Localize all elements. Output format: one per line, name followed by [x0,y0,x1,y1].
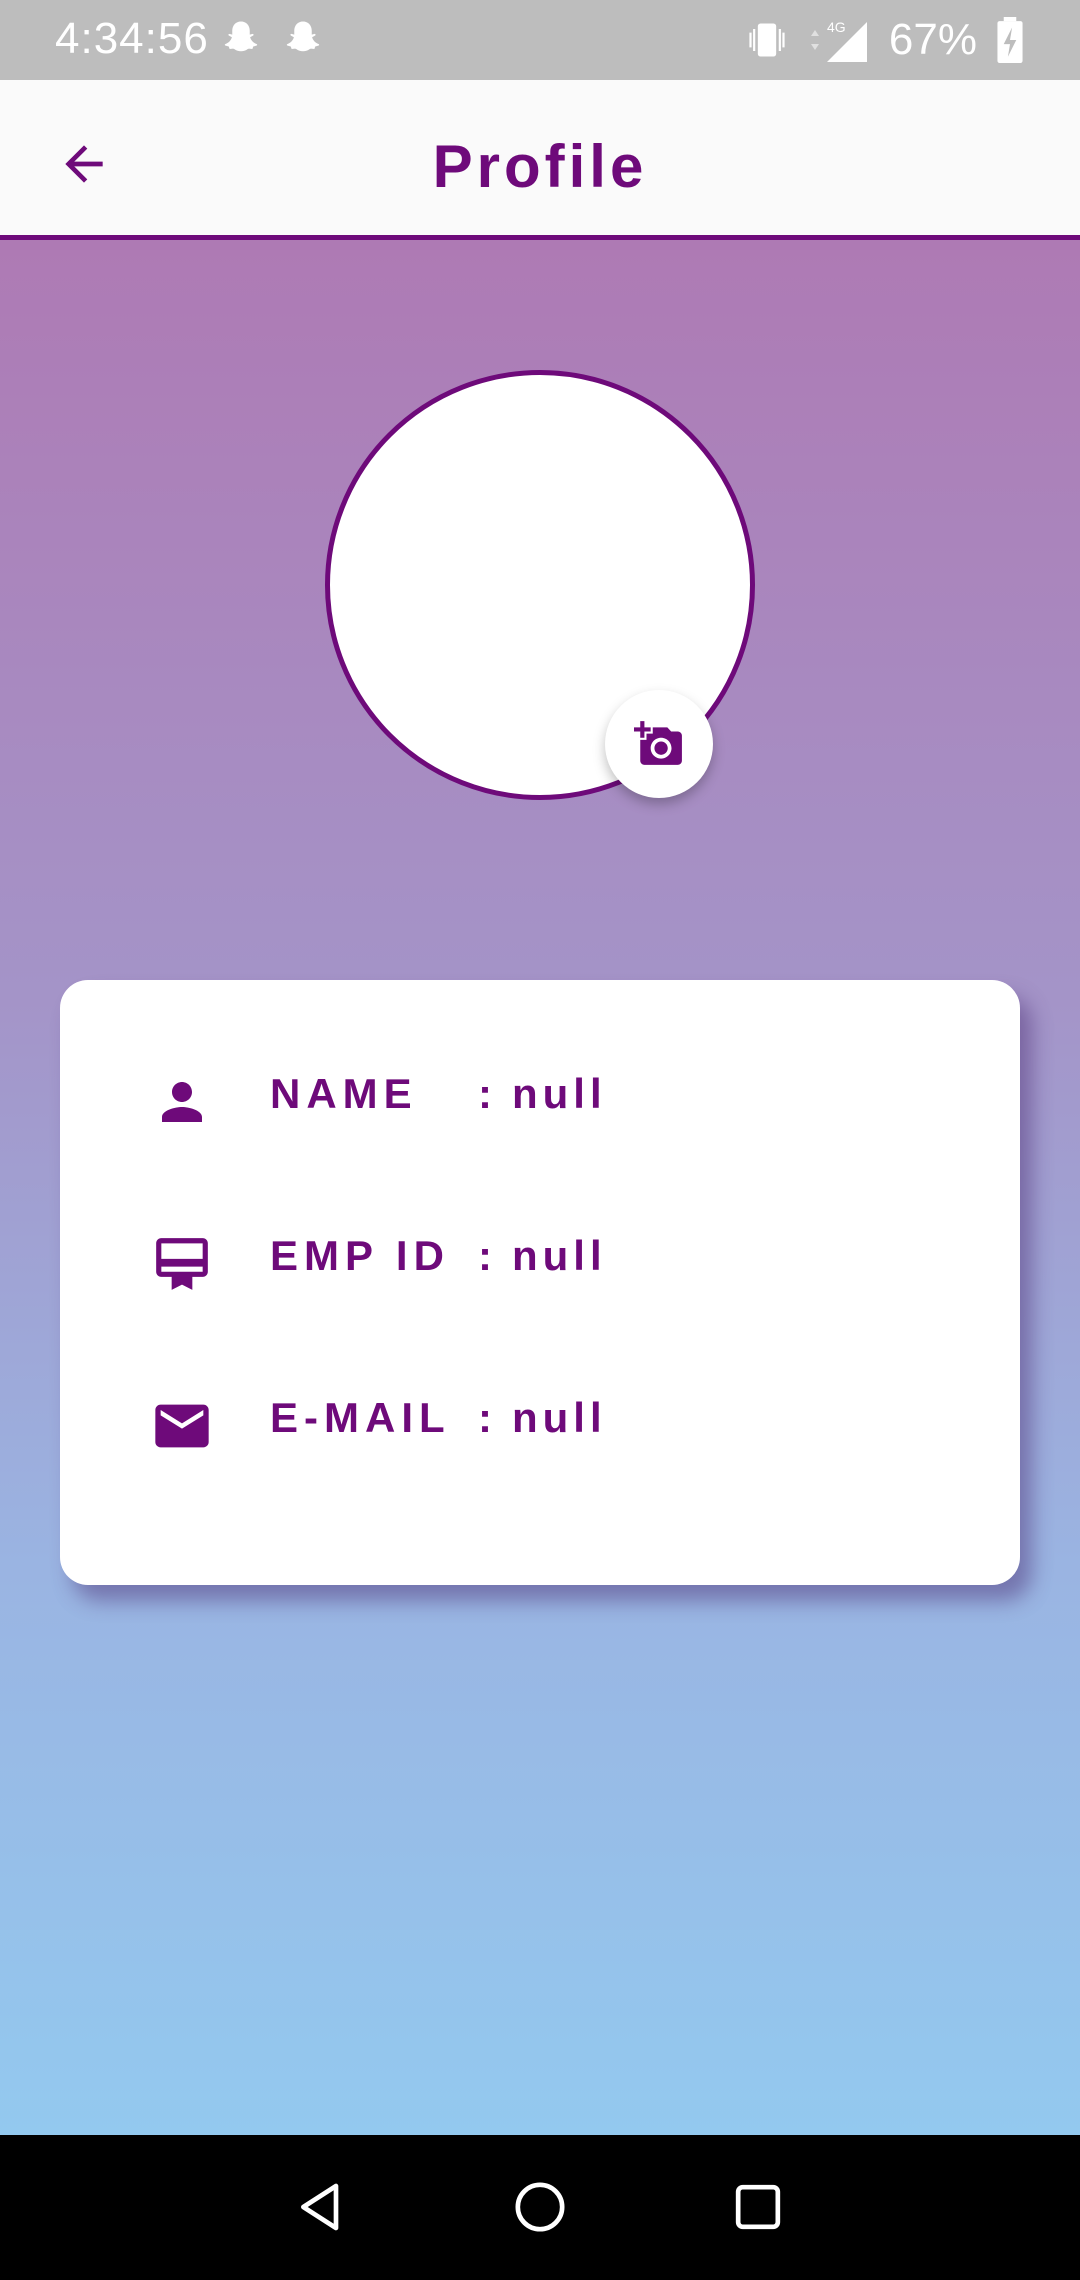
add-a-photo-icon [634,721,682,765]
vibrate-icon [749,23,785,57]
detail-value: null [512,1394,607,1441]
profile-details-card: NAME : null EMP ID : null E-MAIL : null [60,980,1020,1585]
status-time: 4:34:56 [55,14,209,63]
system-nav-bar [0,2135,1080,2280]
profile-content: NAME : null EMP ID : null E-MAIL : null [0,240,1080,2135]
nav-recents-icon [735,2184,781,2230]
detail-colon: : [478,1070,492,1117]
detail-label: NAME [270,1070,418,1117]
snapchat-notification-icon [286,21,320,52]
person-icon [150,1070,214,1134]
detail-colon: : [478,1232,492,1279]
detail-colon: : [478,1394,492,1441]
detail-value: null [512,1070,607,1117]
network-label: 4G [827,19,846,35]
app-bar: Profile [0,80,1080,240]
detail-row-email: E-MAIL : null [60,1384,1020,1464]
detail-row-emp-id: EMP ID : null [60,1222,1020,1302]
status-bar: 4:34:56 4G 67% [0,0,1080,80]
nav-home-icon [515,2182,565,2232]
nav-back-button[interactable] [282,2167,362,2247]
snapchat-notification-icon [224,21,258,52]
nav-home-button[interactable] [500,2167,580,2247]
detail-label: E-MAIL [270,1394,451,1441]
battery-percent: 67% [888,15,977,64]
badge-card-icon [150,1232,214,1296]
detail-label: EMP ID [270,1232,450,1279]
battery-charging-icon [997,17,1023,63]
nav-back-icon [301,2183,339,2231]
page-title: Profile [432,133,648,200]
signal-4g-icon: 4G [810,19,867,62]
detail-value: null [512,1232,607,1279]
mail-icon [150,1394,214,1458]
nav-recents-button[interactable] [718,2167,798,2247]
change-photo-button[interactable] [605,690,713,798]
detail-row-name: NAME : null [60,1060,1020,1140]
